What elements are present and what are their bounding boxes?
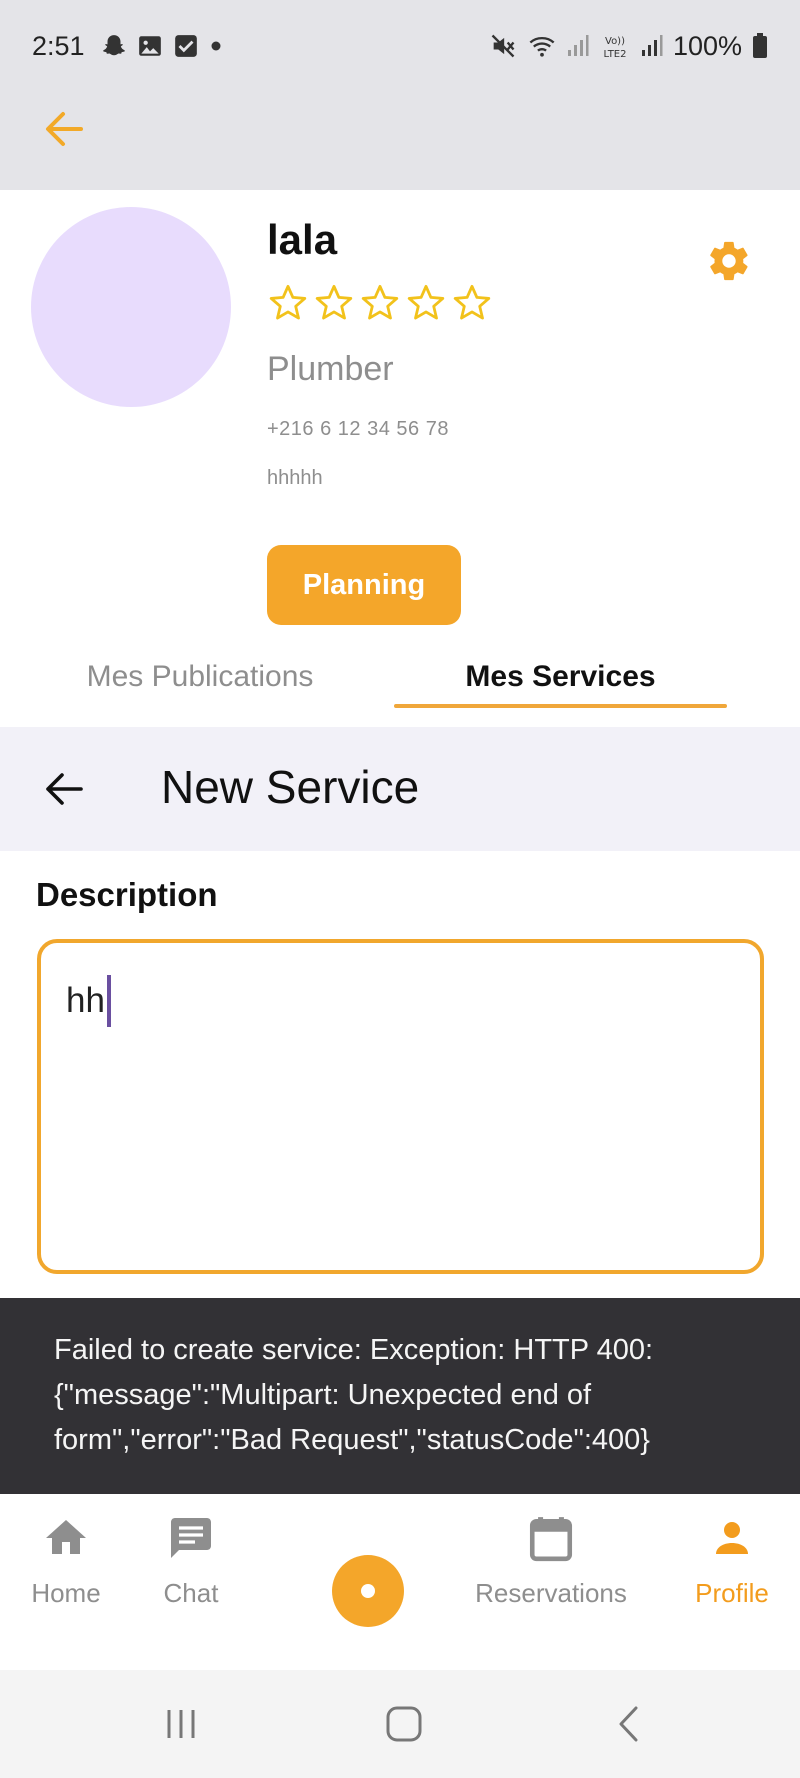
star-icon bbox=[405, 282, 447, 324]
text-caret bbox=[106, 975, 111, 1027]
star-icon bbox=[313, 282, 355, 324]
nav-item-profile[interactable]: Profile bbox=[682, 1512, 782, 1622]
page-title: New Service bbox=[161, 761, 420, 813]
nav-label-home: Home bbox=[31, 1578, 101, 1608]
signal-icon bbox=[641, 34, 663, 58]
recent-apps-icon[interactable] bbox=[146, 1692, 216, 1756]
volte-icon: Vo)) LTE2 bbox=[599, 32, 631, 60]
status-left: 2:51 bbox=[32, 31, 223, 62]
home-button-icon[interactable] bbox=[369, 1692, 439, 1756]
checkbox-icon bbox=[173, 33, 199, 59]
description-value-row: hh bbox=[66, 975, 111, 1027]
status-bar: 2:51 Vo)) LTE2 100% bbox=[0, 0, 800, 92]
description-input[interactable]: hh bbox=[37, 939, 764, 1274]
battery-percent: 100% bbox=[672, 30, 742, 61]
svg-text:LTE2: LTE2 bbox=[603, 49, 626, 60]
system-back-icon[interactable] bbox=[594, 1692, 664, 1756]
star-icon bbox=[359, 282, 401, 324]
nav-label-reservations: Reservations bbox=[475, 1578, 627, 1608]
signal-icon bbox=[567, 34, 589, 58]
nav-label-chat: Chat bbox=[163, 1578, 219, 1608]
top-app-bar: 2:51 Vo)) LTE2 100% bbox=[0, 0, 800, 190]
back-arrow-icon[interactable] bbox=[38, 761, 88, 817]
nav-item-home[interactable]: Home bbox=[16, 1512, 116, 1622]
mute-icon bbox=[489, 32, 517, 60]
rating-stars bbox=[267, 282, 493, 324]
avatar bbox=[31, 207, 231, 407]
nav-label-profile: Profile bbox=[695, 1578, 769, 1608]
profile-name: lala bbox=[267, 216, 338, 263]
settings-gear-icon[interactable] bbox=[706, 238, 752, 284]
description-value: hh bbox=[66, 981, 105, 1020]
screen: 2:51 Vo)) LTE2 100% lala Plumber +216 6 … bbox=[0, 0, 800, 1778]
profile-role: Plumber bbox=[267, 350, 394, 388]
error-snackbar: Failed to create service: Exception: HTT… bbox=[0, 1298, 800, 1494]
chat-icon bbox=[165, 1512, 217, 1564]
planning-button[interactable]: Planning bbox=[267, 545, 461, 625]
gallery-icon bbox=[137, 33, 163, 59]
tab-mes-services[interactable]: Mes Services bbox=[394, 660, 727, 710]
home-icon bbox=[40, 1512, 92, 1564]
description-label: Description bbox=[36, 876, 218, 913]
tab-mes-publications[interactable]: Mes Publications bbox=[40, 660, 360, 710]
snapchat-icon bbox=[101, 33, 127, 59]
active-tab-indicator bbox=[394, 704, 727, 708]
status-time: 2:51 bbox=[32, 30, 85, 61]
center-fab-button[interactable] bbox=[332, 1555, 404, 1627]
profile-bio: hhhhh bbox=[267, 467, 323, 489]
wifi-icon bbox=[527, 32, 557, 60]
dot-icon bbox=[209, 39, 223, 53]
back-arrow-icon[interactable] bbox=[38, 104, 88, 154]
star-icon bbox=[451, 282, 493, 324]
person-icon bbox=[706, 1512, 758, 1564]
svg-text:Vo)): Vo)) bbox=[605, 36, 625, 47]
battery-icon bbox=[752, 33, 768, 59]
nav-item-reservations[interactable]: Reservations bbox=[460, 1512, 642, 1622]
dot-icon bbox=[361, 1584, 375, 1598]
system-nav-bar bbox=[0, 1670, 800, 1778]
profile-phone: +216 6 12 34 56 78 bbox=[267, 418, 449, 440]
calendar-icon bbox=[525, 1512, 577, 1564]
status-right: Vo)) LTE2 100% bbox=[489, 31, 768, 62]
nav-item-chat[interactable]: Chat bbox=[141, 1512, 241, 1622]
star-icon bbox=[267, 282, 309, 324]
